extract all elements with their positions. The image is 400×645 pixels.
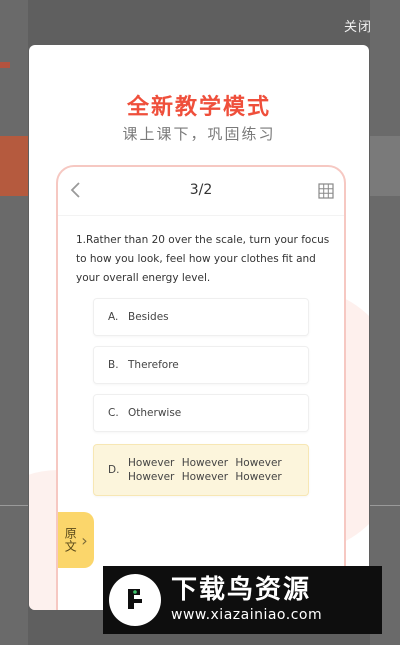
close-button[interactable]: 关闭 xyxy=(344,16,372,35)
page-counter: 3/2 xyxy=(189,182,213,198)
background-page-left xyxy=(0,0,28,645)
option-text: Otherwise xyxy=(128,407,182,419)
original-text-label: 原文 xyxy=(63,527,78,553)
promo-title: 全新教学模式 xyxy=(126,95,271,120)
bird-logo-graphic xyxy=(128,589,142,609)
option-d[interactable]: D. However However However However Howev… xyxy=(93,444,309,496)
background-fragment xyxy=(370,136,400,196)
question-text: 1.Rather than 20 over the scale, turn yo… xyxy=(76,234,330,284)
phone-header: 3/2 xyxy=(58,167,344,216)
original-text-tab[interactable]: 原文 › xyxy=(58,512,94,568)
background-divider xyxy=(370,505,400,506)
background-fragment xyxy=(0,136,28,196)
background-fragment xyxy=(0,62,10,68)
option-letter: C. xyxy=(108,407,119,419)
watermark-url: www.xiazainiao.com xyxy=(171,607,323,623)
background-divider xyxy=(0,505,28,506)
promo-modal: 全新教学模式 课上课下，巩固练习 3/2 1.Rather than 20 ov… xyxy=(29,45,369,610)
phone-mockup: 3/2 1.Rather than 20 over the scale, tur… xyxy=(56,165,346,610)
option-letter: B. xyxy=(108,359,119,371)
option-a[interactable]: A. Besides xyxy=(93,298,309,336)
option-text: Besides xyxy=(128,311,169,323)
answer-sheet-icon[interactable] xyxy=(318,183,334,199)
watermark-banner: 下载鸟资源 www.xiazainiao.com xyxy=(103,566,382,634)
background-page-right xyxy=(370,0,400,645)
watermark-name: 下载鸟资源 xyxy=(171,575,312,605)
option-letter: A. xyxy=(108,311,119,323)
option-letter: D. xyxy=(108,464,120,476)
option-text: Therefore xyxy=(128,359,179,371)
option-b[interactable]: B. Therefore xyxy=(93,346,309,384)
chevron-right-icon: › xyxy=(81,530,88,550)
option-c[interactable]: C. Otherwise xyxy=(93,394,309,432)
option-text: However However However However However … xyxy=(128,457,282,483)
bird-logo-icon xyxy=(109,574,161,626)
promo-subtitle: 课上课下，巩固练习 xyxy=(122,125,276,143)
